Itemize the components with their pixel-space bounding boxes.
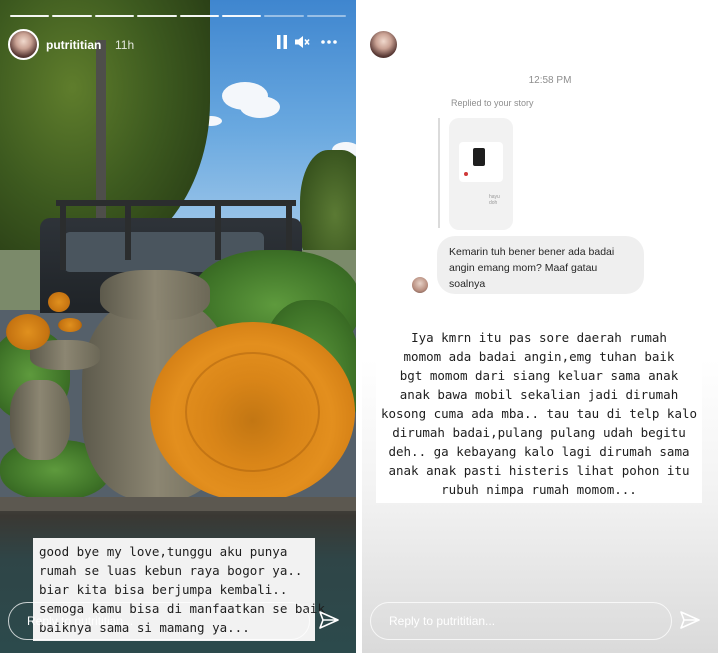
send-icon[interactable]	[317, 608, 341, 632]
progress-segment	[94, 15, 135, 17]
caption-line: Iya kmrn itu pas sore daerah rumah	[411, 330, 667, 345]
progress-segment	[583, 15, 624, 17]
progress-segment	[669, 15, 710, 17]
avatar[interactable]	[368, 29, 399, 60]
thumbnail-text: hayu doh	[489, 194, 500, 206]
caption-line: anak anak pasti histeris lihat pohon itu	[388, 463, 690, 478]
message-bubble: Kemarin tuh bener bener ada badai angin …	[437, 236, 644, 294]
dm-timestamp: 12:58 PM	[528, 75, 572, 86]
progress-segment	[221, 15, 262, 17]
progress-segment	[540, 15, 581, 17]
more-options-icon[interactable]	[680, 35, 702, 54]
caption-line: bgt momom dari siang keluar sama anak	[399, 368, 679, 383]
play-icon[interactable]	[636, 35, 652, 54]
story-caption: Iya kmrn itu pas sore daerah rumah momom…	[376, 326, 702, 503]
caption-line: good bye my love,tunggu aku punya	[39, 544, 288, 559]
send-icon[interactable]	[678, 608, 702, 632]
reply-input[interactable]: Reply to putrititian...	[8, 602, 310, 640]
reply-input[interactable]: Reply to putrititian...	[370, 602, 672, 640]
replied-to-story-label: Replied to your story	[451, 98, 534, 108]
story-header: putrititian 11h	[8, 29, 346, 63]
progress-segment	[368, 15, 409, 17]
story-progress-bar	[368, 15, 710, 18]
caption-line: rubuh nimpa rumah momom...	[441, 482, 637, 497]
progress-segment	[52, 15, 92, 17]
sender-avatar	[412, 277, 428, 293]
story-thumbnail: hayu doh	[449, 118, 513, 230]
caption-line: momom ada badai angin,emg tuhan baik	[403, 349, 675, 364]
caption-line: rumah se luas kebun raya bogor ya..	[39, 563, 303, 578]
mute-icon[interactable]	[294, 35, 312, 54]
progress-segment	[306, 15, 346, 17]
pause-icon[interactable]	[274, 35, 290, 54]
username[interactable]: putrititian	[46, 38, 101, 52]
caption-line: biar kita bisa berjumpa kembali..	[39, 582, 288, 597]
story-header: putrititian 11h	[368, 29, 708, 63]
progress-segment	[179, 15, 219, 17]
progress-segment	[10, 15, 50, 17]
time-ago: 11h	[475, 38, 495, 52]
story-panel-left[interactable]: putrititian 11h good bye my love,tunggu …	[0, 0, 356, 653]
story-panel-right[interactable]: 12:58 PM Replied to your story hayu doh …	[362, 0, 718, 653]
time-ago: 11h	[115, 38, 135, 52]
caption-line: anak bawa mobil sekalian jadi dirumah	[399, 387, 679, 402]
caption-line: deh.. ga kebayang kalo lagi dirumah sama	[388, 444, 690, 459]
progress-segment	[454, 15, 495, 17]
progress-segment	[411, 15, 452, 17]
caption-line: kosong cuma ada mba.. tau tau di telp ka…	[380, 406, 698, 421]
reply-quote-bar	[438, 118, 440, 228]
mute-icon[interactable]	[656, 35, 674, 54]
story-progress-bar	[10, 15, 346, 18]
avatar[interactable]	[8, 29, 39, 60]
username[interactable]: putrititian	[406, 38, 461, 52]
caption-line: dirumah badai,pulang pulang udah begitu	[392, 425, 686, 440]
more-options-icon[interactable]	[318, 35, 340, 54]
progress-segment	[264, 15, 304, 17]
progress-segment	[137, 15, 177, 17]
progress-segment	[626, 15, 667, 17]
progress-segment	[497, 15, 538, 17]
